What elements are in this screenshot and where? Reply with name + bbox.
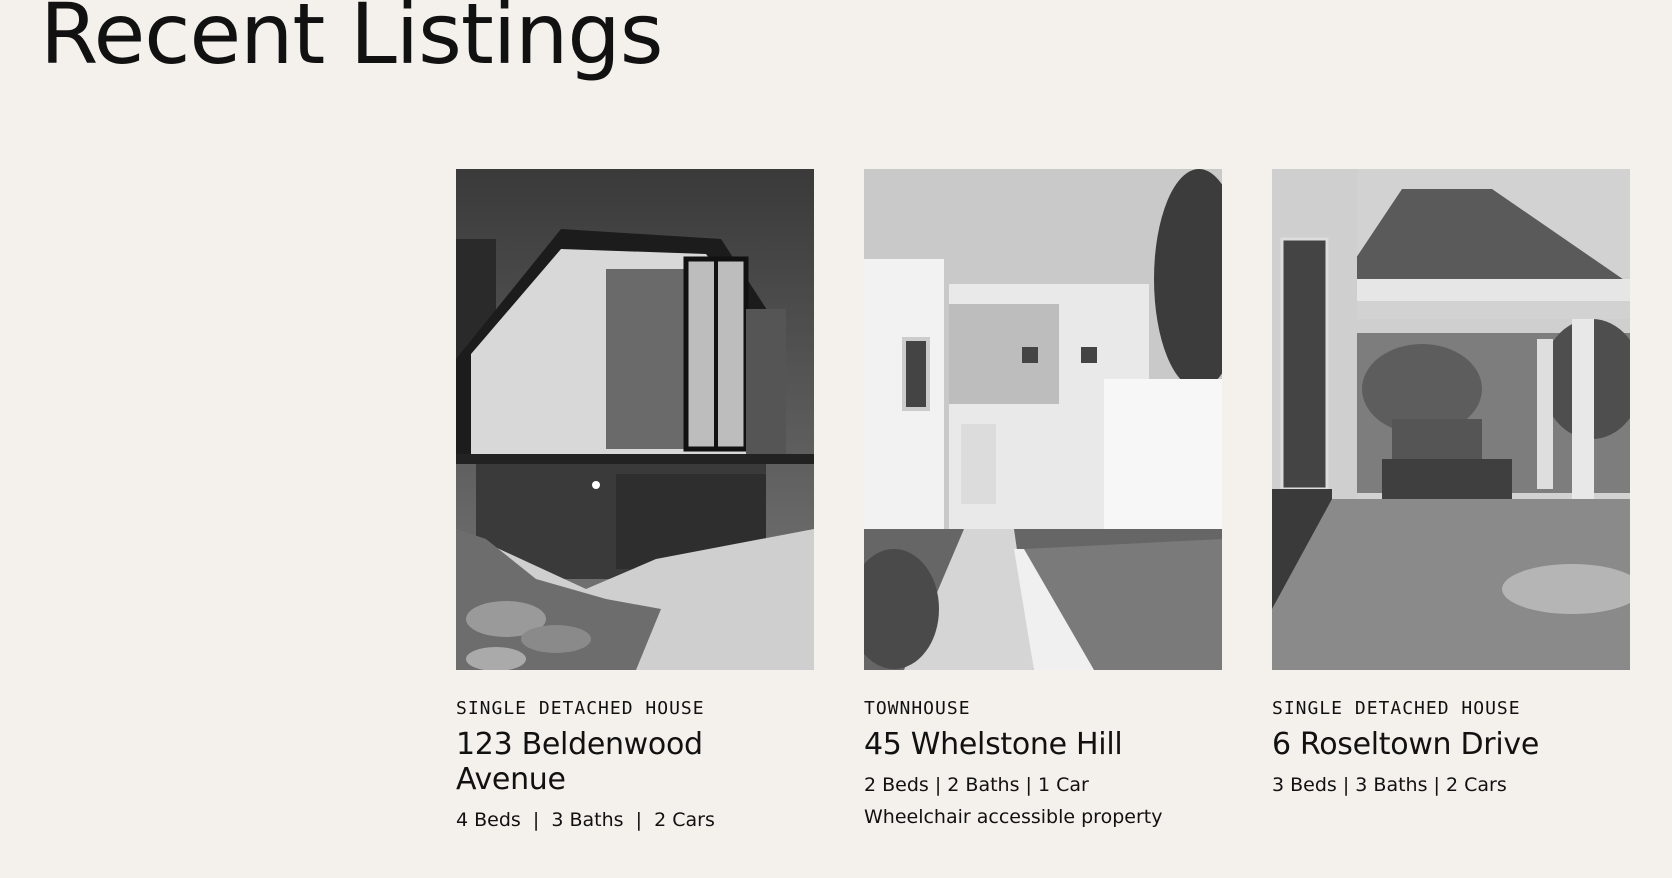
- listing-card[interactable]: TOWNHOUSE 45 Whelstone Hill 2 Beds | 2 B…: [864, 169, 1222, 828]
- listing-specs: 4 Beds | 3 Baths | 2 Cars: [456, 809, 715, 831]
- listing-specs: 3 Beds | 3 Baths | 2 Cars: [1272, 774, 1507, 796]
- listing-photo-house-pergola[interactable]: [1272, 169, 1630, 670]
- page-title: Recent Listings: [40, 0, 664, 83]
- listing-address[interactable]: 45 Whelstone Hill: [864, 727, 1222, 762]
- listing-specs: 2 Beds | 2 Baths | 1 Car: [864, 774, 1089, 796]
- listing-type: TOWNHOUSE: [864, 698, 971, 719]
- listing-card[interactable]: SINGLE DETACHED HOUSE 123 Beldenwood Ave…: [456, 169, 814, 831]
- listing-type: SINGLE DETACHED HOUSE: [1272, 698, 1521, 719]
- listing-address[interactable]: 6 Roseltown Drive: [1272, 727, 1630, 762]
- listing-card[interactable]: SINGLE DETACHED HOUSE 6 Roseltown Drive …: [1272, 169, 1630, 796]
- listing-note: Wheelchair accessible property: [864, 806, 1163, 828]
- listing-address[interactable]: 123 Beldenwood Avenue: [456, 727, 814, 797]
- listing-type: SINGLE DETACHED HOUSE: [456, 698, 705, 719]
- listing-photo-modern-house[interactable]: [456, 169, 814, 670]
- listing-photo-townhouse[interactable]: [864, 169, 1222, 670]
